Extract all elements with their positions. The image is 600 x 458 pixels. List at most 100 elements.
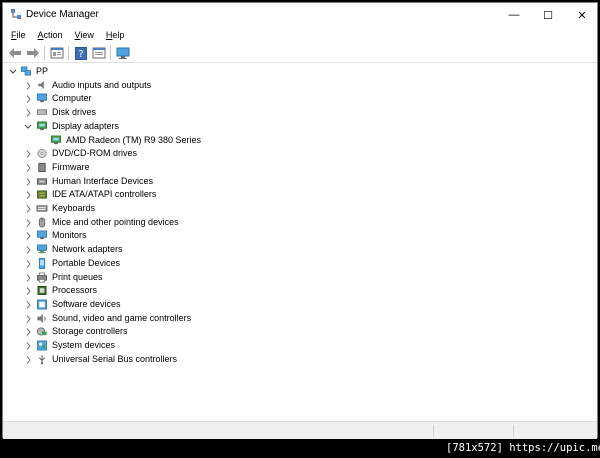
- tree-expander[interactable]: [24, 94, 32, 104]
- properties-icon: [50, 47, 64, 59]
- status-bar: [3, 421, 597, 439]
- forward-icon: [27, 48, 39, 58]
- status-divider: [433, 425, 434, 437]
- tree-device[interactable]: AMD Radeon (TM) R9 380 Series: [3, 134, 597, 148]
- tree-expander[interactable]: [24, 177, 32, 187]
- chevron-right-icon: [26, 301, 31, 309]
- tree-category[interactable]: Software devices: [3, 298, 597, 312]
- back-button[interactable]: [7, 45, 23, 61]
- tree-category[interactable]: System devices: [3, 339, 597, 353]
- maximize-icon: ☐: [543, 9, 553, 22]
- chevron-down-icon: [24, 124, 32, 129]
- storage-icon: [37, 327, 47, 336]
- tree-expander[interactable]: [24, 341, 32, 351]
- tree-item-label: Display adapters: [52, 120, 120, 131]
- tree-item-label: System devices: [52, 340, 116, 350]
- chevron-right-icon: [26, 273, 31, 282]
- keyboard-icon: [36, 205, 48, 212]
- chevron-down-icon: [9, 69, 17, 74]
- tree-expander[interactable]: [24, 149, 32, 159]
- tree-category[interactable]: Print queues: [3, 271, 597, 285]
- tree-item-label: Mice and other pointing devices: [52, 216, 179, 227]
- chevron-right-icon: [26, 355, 31, 364]
- chevron-right-icon: [26, 259, 31, 268]
- tree-item-label: Storage controllers: [52, 326, 128, 337]
- chevron-right-icon: [26, 95, 31, 104]
- toolbar: ?: [3, 43, 597, 63]
- tree-category[interactable]: Sound, video and game controllers: [3, 312, 597, 326]
- view-toggle-button[interactable]: [91, 45, 107, 61]
- tree-expander[interactable]: [24, 163, 32, 173]
- tree-expander[interactable]: [24, 108, 32, 118]
- tree-item-label: Sound, video and game controllers: [52, 312, 192, 323]
- tree-expander[interactable]: [24, 122, 32, 132]
- maximize-button[interactable]: ☐: [531, 3, 565, 27]
- properties-button[interactable]: [49, 45, 65, 61]
- device-manager-window: Device Manager — ☐ ✕ File Action View He…: [2, 2, 598, 439]
- tree-category[interactable]: IDE ATA/ATAPI controllers: [3, 188, 597, 202]
- disk-icon: [37, 109, 47, 115]
- close-button[interactable]: ✕: [565, 3, 599, 27]
- tree-root-computer[interactable]: PP: [3, 65, 597, 79]
- tree-category[interactable]: Network adapters: [3, 243, 597, 257]
- chevron-right-icon: [26, 342, 31, 350]
- hid-icon: [37, 177, 47, 185]
- tree-category[interactable]: Firmware: [3, 161, 597, 175]
- toolbar-separator: [44, 46, 45, 60]
- chevron-right-icon: [26, 205, 31, 213]
- tree-expander[interactable]: [24, 231, 32, 241]
- display-adapter-icon: [51, 135, 61, 144]
- tree-category[interactable]: Processors: [3, 284, 597, 298]
- menu-file[interactable]: File: [7, 27, 30, 43]
- tree-category[interactable]: Universal Serial Bus controllers: [3, 353, 597, 367]
- tree-expander[interactable]: [24, 355, 32, 365]
- tree-expander[interactable]: [24, 259, 32, 269]
- tree-expander[interactable]: [24, 204, 32, 214]
- tree-expander[interactable]: [24, 245, 32, 255]
- tree-item-label: AMD Radeon (TM) R9 380 Series: [66, 134, 202, 145]
- tree-item-label: Portable Devices: [52, 257, 121, 268]
- minimize-button[interactable]: —: [497, 3, 531, 27]
- menu-view[interactable]: View: [71, 27, 98, 43]
- tree-expander[interactable]: [24, 190, 32, 200]
- title-bar[interactable]: Device Manager — ☐ ✕: [3, 3, 597, 27]
- tree-category[interactable]: Storage controllers: [3, 325, 597, 339]
- tree-expander[interactable]: [24, 286, 32, 296]
- chevron-right-icon: [26, 81, 31, 90]
- tree-category[interactable]: DVD/CD-ROM drives: [3, 147, 597, 161]
- help-button[interactable]: ?: [73, 45, 89, 61]
- tree-expander[interactable]: [9, 67, 17, 77]
- chevron-right-icon: [26, 164, 31, 172]
- tree-expander[interactable]: [24, 327, 32, 337]
- tree-category[interactable]: Monitors: [3, 229, 597, 243]
- tree-category[interactable]: Portable Devices: [3, 257, 597, 271]
- device-tree: PP Audio inputs and outputs Computer Disk d…: [3, 65, 597, 421]
- tree-item-label: Disk drives: [52, 107, 97, 118]
- tree-category[interactable]: Mice and other pointing devices: [3, 216, 597, 230]
- forward-button[interactable]: [25, 45, 41, 61]
- tree-expander[interactable]: [24, 300, 32, 310]
- menu-help[interactable]: Help: [102, 27, 129, 43]
- tree-item-label: Human Interface Devices: [52, 175, 154, 186]
- usb-icon: [38, 354, 46, 364]
- tree-category[interactable]: Computer: [3, 92, 597, 106]
- tree-item-label: Processors: [52, 285, 98, 296]
- portable-icon: [38, 257, 46, 269]
- toolbar-separator: [68, 46, 69, 60]
- scan-hardware-button[interactable]: [115, 45, 131, 61]
- tree-category[interactable]: Disk drives: [3, 106, 597, 120]
- menu-action[interactable]: Action: [34, 27, 67, 43]
- tree-category[interactable]: Display adapters: [3, 120, 597, 134]
- tree-item-label: Universal Serial Bus controllers: [52, 353, 178, 364]
- tree-expander[interactable]: [24, 273, 32, 283]
- tree-expander[interactable]: [24, 218, 32, 228]
- chevron-right-icon: [26, 109, 31, 117]
- tree-category[interactable]: Audio inputs and outputs: [3, 79, 597, 93]
- tree-expander[interactable]: [24, 81, 32, 91]
- svg-text:?: ?: [78, 49, 83, 60]
- chevron-right-icon: [26, 246, 31, 254]
- tree-category[interactable]: Keyboards: [3, 202, 597, 216]
- tree-expander[interactable]: [24, 314, 32, 324]
- system-icon: [37, 340, 47, 351]
- tree-category[interactable]: Human Interface Devices: [3, 175, 597, 189]
